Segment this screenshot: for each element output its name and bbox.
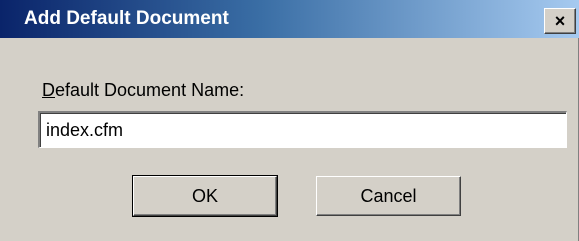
default-document-name-label: Default Document Name:	[42, 79, 244, 101]
label-mnemonic: D	[42, 80, 55, 100]
close-icon: ×	[554, 11, 566, 31]
cancel-button[interactable]: Cancel	[316, 176, 461, 216]
ok-button[interactable]: OK	[132, 175, 278, 217]
title-bar[interactable]: Add Default Document ×	[0, 0, 579, 38]
dialog-title: Add Default Document	[24, 8, 229, 29]
default-document-name-input[interactable]	[38, 111, 567, 148]
add-default-document-dialog: Add Default Document × Default Document …	[0, 0, 579, 241]
close-button[interactable]: ×	[544, 8, 576, 34]
label-text: efault Document Name:	[55, 80, 245, 100]
